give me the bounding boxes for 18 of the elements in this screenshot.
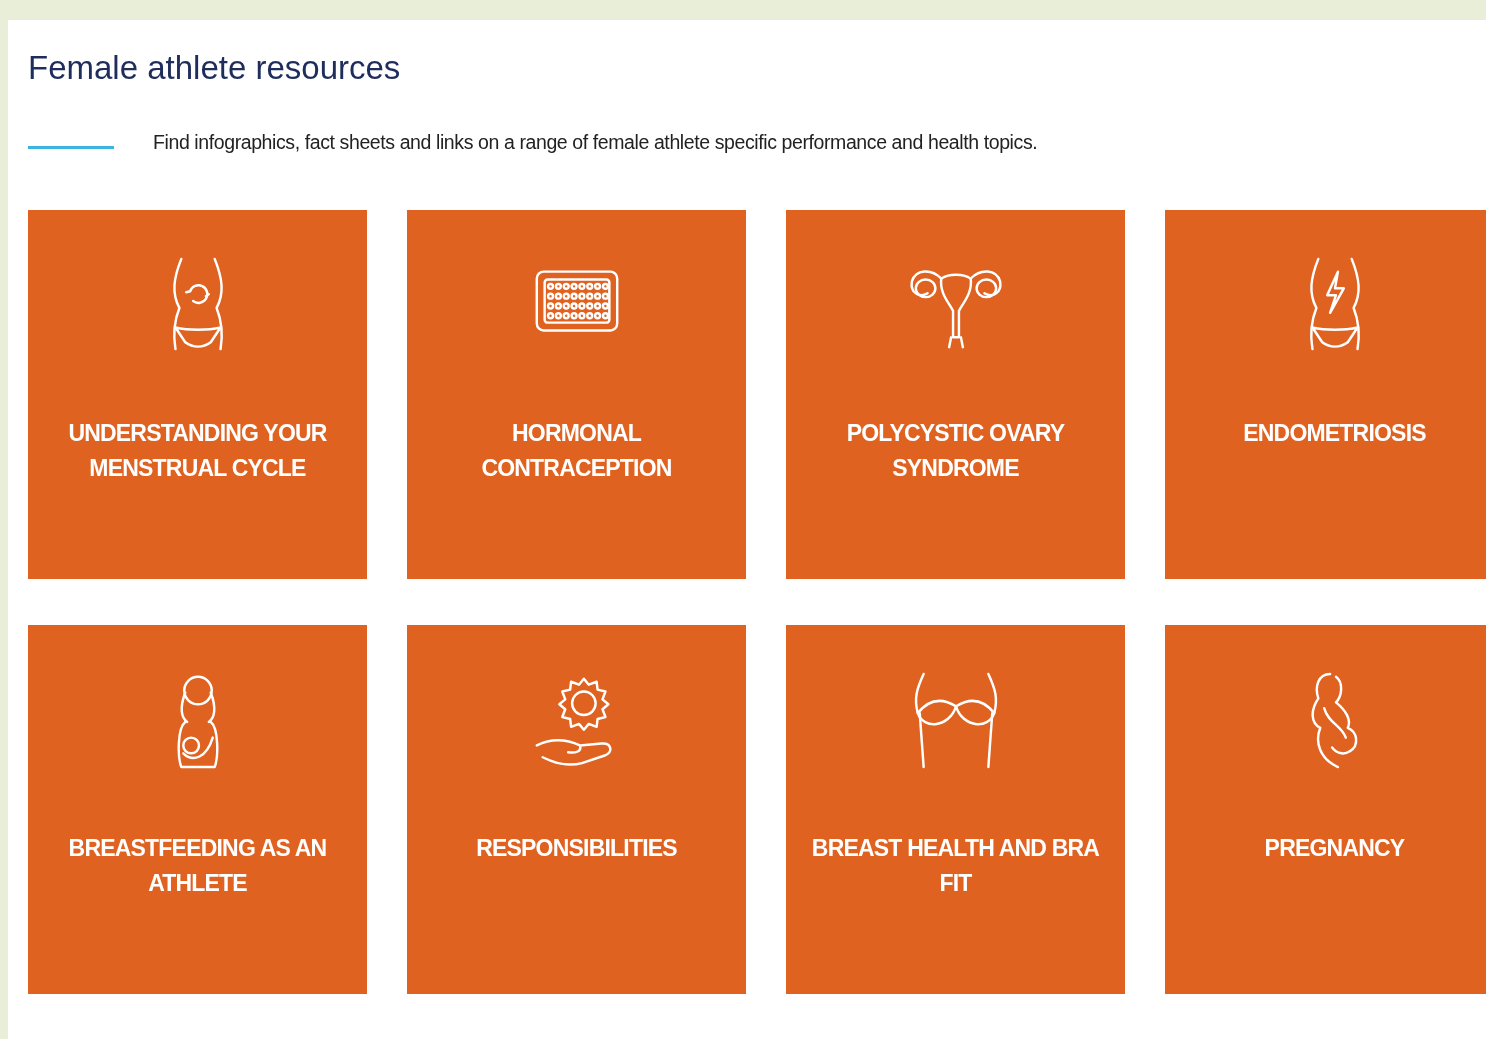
tile-label: RESPONSIBILITIES	[476, 834, 677, 863]
tile-label: HORMONAL CONTRACEPTION	[480, 419, 673, 483]
tile-label: POLYCYSTIC OVARY SYNDROME	[845, 419, 1066, 483]
topic-tile[interactable]: PREGNANCY	[1165, 625, 1486, 994]
tile-label: PREGNANCY	[1264, 834, 1405, 863]
topic-tile[interactable]: RESPONSIBILITIES	[407, 625, 746, 994]
tile-label: UNDERSTANDING YOUR MENSTRUAL CYCLE	[67, 419, 328, 483]
topic-tile[interactable]: HORMONAL CONTRACEPTION	[407, 210, 746, 579]
tile-label: BREASTFEEDING AS AN ATHLETE	[67, 834, 328, 898]
topic-tile[interactable]: POLYCYSTIC OVARY SYNDROME	[786, 210, 1125, 579]
topic-tile[interactable]: BREAST HEALTH AND BRA FIT	[786, 625, 1125, 994]
tile-label: BREAST HEALTH AND BRA FIT	[810, 834, 1101, 898]
topic-tile[interactable]: BREASTFEEDING AS AN ATHLETE	[28, 625, 367, 994]
tile-label: ENDOMETRIOSIS	[1243, 419, 1426, 448]
intro-paragraph: Find infographics, fact sheets and links on a range of female athlete specific performance and health topics.	[153, 130, 1038, 155]
topic-tile[interactable]: UNDERSTANDING YOUR MENSTRUAL CYCLE	[28, 210, 367, 579]
topic-tile[interactable]: ENDOMETRIOSIS	[1165, 210, 1486, 579]
page-title: Female athlete resources	[28, 48, 402, 88]
